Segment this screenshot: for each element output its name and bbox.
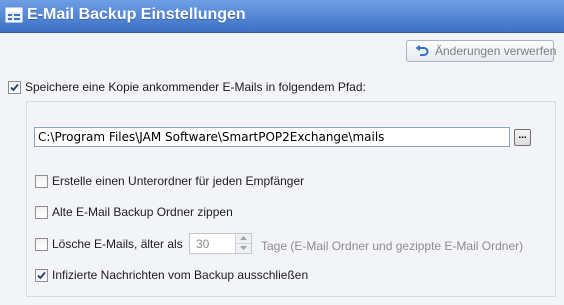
save-copy-label: Speichere eine Kopie ankommender E-Mails… [25, 80, 366, 94]
browse-button[interactable]: ... [514, 129, 531, 146]
days-suffix-label: Tage (E-Mail Ordner und gezippte E-Mail … [261, 239, 524, 253]
subfolder-checkbox[interactable] [35, 175, 48, 188]
spinner-down-button[interactable] [236, 244, 251, 253]
exclude-infected-label: Infizierte Nachrichten vom Backup aussch… [52, 268, 309, 282]
exclude-infected-checkbox[interactable] [35, 269, 48, 282]
undo-icon [415, 45, 429, 58]
spinner-arrows [235, 234, 251, 253]
backup-path-input[interactable]: C:\Program Files\JAM Software\SmartPOP2E… [34, 127, 510, 147]
backup-path-value: C:\Program Files\JAM Software\SmartPOP2E… [38, 130, 385, 144]
page-title: E-Mail Backup Einstellungen [27, 6, 246, 23]
days-value: 30 [196, 237, 210, 251]
revert-changes-button[interactable]: Änderungen verwerfen [406, 40, 557, 62]
settings-window-icon [5, 7, 23, 23]
arrow-down-icon [240, 246, 247, 250]
subfolder-label: Erstelle einen Unterordner für jeden Emp… [52, 174, 305, 188]
save-copy-checkbox[interactable] [8, 81, 21, 94]
delete-older-label: Lösche E-Mails, älter als [52, 237, 183, 251]
arrow-up-icon [240, 236, 247, 240]
revert-changes-label: Änderungen verwerfen [435, 44, 557, 58]
zip-old-folders-checkbox[interactable] [35, 206, 48, 219]
browse-button-label: ... [518, 130, 527, 141]
checkmark-icon [10, 83, 19, 92]
checkmark-icon [37, 271, 46, 280]
title-bar: E-Mail Backup Einstellungen [0, 0, 564, 33]
days-spinner[interactable]: 30 [189, 233, 252, 254]
zip-old-folders-label: Alte E-Mail Backup Ordner zippen [52, 205, 233, 219]
delete-older-checkbox[interactable] [35, 238, 48, 251]
spinner-up-button[interactable] [236, 234, 251, 244]
